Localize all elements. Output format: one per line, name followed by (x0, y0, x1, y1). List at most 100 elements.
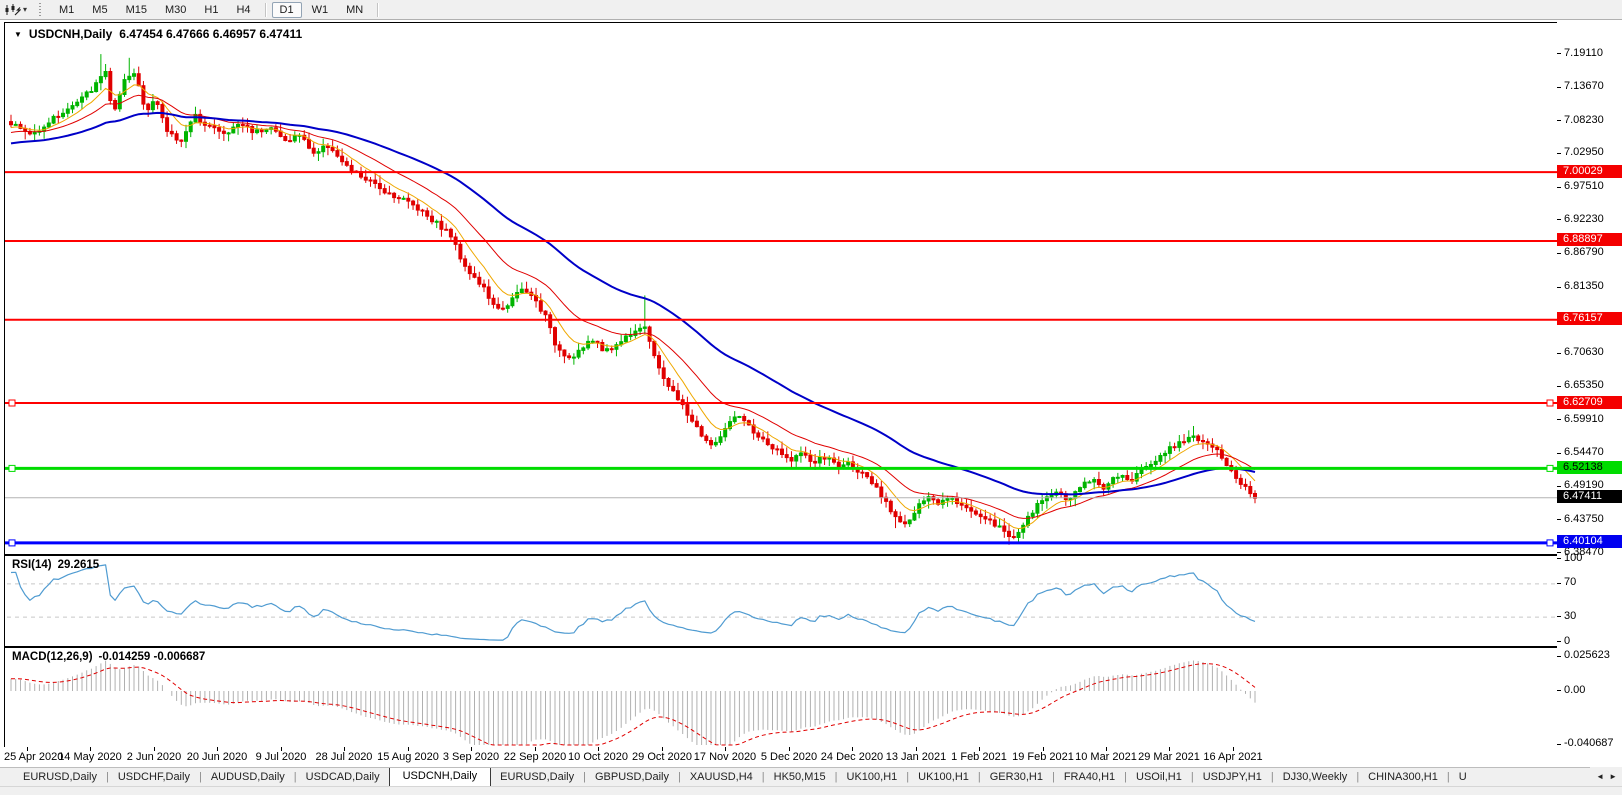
tab-scroll-arrows: ◄ ► (1590, 767, 1622, 786)
macd-tick (1557, 656, 1561, 657)
rsi-value: 29.2615 (57, 559, 100, 571)
price-level-tag[interactable]: 6.47411 (1557, 490, 1622, 503)
timeframe-button-mn[interactable]: MN (338, 2, 371, 18)
chart-tab-ger30[interactable]: GER30,H1 (981, 769, 1052, 786)
price-level-tag[interactable]: 6.88897 (1557, 233, 1622, 246)
chart-tab-hk50[interactable]: HK50,M15 (765, 769, 835, 786)
moving-average-line-8[interactable] (10, 84, 1256, 530)
ohlc-values: 6.47454 6.47666 6.46957 6.47411 (119, 27, 303, 41)
line-handle[interactable] (1546, 464, 1554, 472)
chart-tab-usoil[interactable]: USOil,H1 (1127, 769, 1191, 786)
chart-tab-china300[interactable]: CHINA300,H1 (1359, 769, 1447, 786)
price-tick (1557, 353, 1561, 354)
price-level-tag[interactable]: 6.40104 (1557, 535, 1622, 548)
price-level-tag[interactable]: 6.76157 (1557, 312, 1622, 325)
rsi-tick (1557, 583, 1561, 584)
price-level-tag[interactable]: 6.62709 (1557, 396, 1622, 409)
price-tick (1557, 486, 1561, 487)
price-level-tag[interactable]: 7.00029 (1557, 165, 1622, 178)
price-tick (1557, 219, 1561, 220)
price-tick-label: 7.08230 (1564, 114, 1604, 126)
price-tick-label: 7.19110 (1564, 47, 1603, 59)
line-handle[interactable] (1546, 539, 1554, 547)
price-tick-label: 6.43750 (1564, 513, 1604, 525)
candlestick-chart[interactable] (5, 23, 1558, 554)
chart-tabs-bar: EURUSD,Daily | USDCHF,Daily | AUDUSD,Daily | U… (0, 767, 1622, 786)
timeframe-button-m15[interactable]: M15 (118, 2, 155, 18)
timeframe-button-h1[interactable]: H1 (196, 2, 226, 18)
symbol-dropdown-icon[interactable]: ▼ (14, 30, 22, 39)
chart-tab-gbpusd[interactable]: GBPUSD,Daily (586, 769, 678, 786)
chart-tab-usdcnh[interactable]: USDCNH,Daily (388, 768, 492, 786)
date-axis[interactable]: 25 Apr 2020 14 May 2020 2 Jun 2020 20 Jun 2… (0, 747, 1557, 767)
symbol-period-label: USDCNH,Daily (28, 27, 113, 41)
price-tick (1557, 386, 1561, 387)
rsi-tick (1557, 641, 1561, 642)
rsi-tick-label: 100 (1564, 552, 1583, 564)
chart-tab-xauusd[interactable]: XAUUSD,H4 (681, 769, 762, 786)
chart-tab-dj30[interactable]: DJ30,Weekly (1274, 769, 1357, 786)
price-tick-label: 7.02950 (1564, 146, 1604, 158)
timeframe-button-m1[interactable]: M1 (51, 2, 82, 18)
macd-label: MACD(12,26,9) -0.014259 -0.006687 (12, 651, 205, 663)
tab-scroll-left-icon[interactable]: ◄ (1596, 772, 1604, 781)
line-handle[interactable] (1546, 399, 1554, 407)
chart-cursor-icon[interactable] (4, 3, 22, 17)
timeframe-button-d1[interactable]: D1 (271, 1, 302, 18)
price-chart-panel[interactable]: ▼ USDCNH,Daily 6.47454 6.47666 6.46957 6… (4, 22, 1559, 555)
macd-name: MACD(12,26,9) (12, 651, 93, 663)
rsi-chart[interactable] (5, 556, 1558, 646)
price-tick-label: 6.92230 (1564, 213, 1604, 225)
date-label: 16 Apr 2021 (1203, 751, 1263, 763)
price-tick (1557, 453, 1561, 454)
chart-title: ▼ USDCNH,Daily 6.47454 6.47666 6.46957 6… (14, 27, 302, 41)
toolbar-grip[interactable] (39, 3, 42, 16)
candles-layer (9, 54, 1257, 545)
rsi-indicator-panel[interactable]: RSI(14) 29.2615 (4, 555, 1559, 647)
mt4-window: ▾ M1 M5 M15 M30 H1 H4 D1 W1 MN ▼ USDCNH,Daily 6.… (0, 0, 1622, 795)
price-tick (1557, 187, 1561, 188)
rsi-tick (1557, 616, 1561, 617)
price-tick-label: 6.86790 (1564, 246, 1604, 258)
moving-average-line-50[interactable] (10, 111, 1256, 496)
line-handle[interactable] (8, 539, 16, 547)
chart-tab-uk100[interactable]: UK100,H1 (909, 769, 978, 786)
price-axis[interactable]: 7.19110 7.13670 7.08230 7.02950 6.97510 6.922… (1557, 20, 1622, 767)
price-tick (1557, 120, 1561, 121)
line-handle[interactable] (8, 464, 16, 472)
macd-chart[interactable] (5, 648, 1558, 747)
price-tick (1557, 519, 1561, 520)
timeframe-button-m5[interactable]: M5 (84, 2, 115, 18)
price-tick (1557, 419, 1561, 420)
timeframe-button-m30[interactable]: M30 (157, 2, 194, 18)
price-tick-label: 6.70630 (1564, 346, 1604, 358)
chart-tab-uk100[interactable]: UK100,H1 (838, 769, 907, 786)
chart-tab-audusd[interactable]: AUDUSD,Daily (202, 769, 294, 786)
rsi-line (10, 564, 1256, 641)
chart-tab-fra40[interactable]: FRA40,H1 (1055, 769, 1124, 786)
chart-tab-eurusd[interactable]: EURUSD,Daily (491, 769, 583, 786)
chart-tab-usdchf[interactable]: USDCHF,Daily (109, 769, 199, 786)
macd-signal-line (11, 663, 1256, 746)
macd-tick (1557, 690, 1561, 691)
macd-indicator-panel[interactable]: MACD(12,26,9) -0.014259 -0.006687 (4, 647, 1559, 748)
price-tick-label: 6.54470 (1564, 446, 1604, 458)
line-handle[interactable] (8, 399, 16, 407)
status-bar (0, 786, 1622, 795)
rsi-label: RSI(14) 29.2615 (12, 559, 99, 571)
timeframe-button-w1[interactable]: W1 (304, 2, 337, 18)
price-level-tag[interactable]: 6.52138 (1557, 461, 1622, 474)
tab-scroll-right-icon[interactable]: ► (1609, 772, 1617, 781)
chart-tab-u[interactable]: U (1450, 769, 1476, 786)
macd-histogram (10, 660, 1256, 745)
rsi-tick-label: 0 (1564, 635, 1571, 647)
moving-average-line-20[interactable] (10, 94, 1256, 519)
chart-tab-eurusd[interactable]: EURUSD,Daily (14, 769, 106, 786)
macd-values: -0.014259 -0.006687 (98, 651, 206, 663)
chevron-down-icon[interactable]: ▾ (23, 5, 27, 14)
macd-tick-label: 0.025623 (1564, 649, 1610, 661)
rsi-tick (1557, 558, 1561, 559)
chart-tab-usdcad[interactable]: USDCAD,Daily (297, 769, 389, 786)
chart-tab-usdjpy[interactable]: USDJPY,H1 (1194, 769, 1271, 786)
timeframe-button-h4[interactable]: H4 (228, 2, 258, 18)
